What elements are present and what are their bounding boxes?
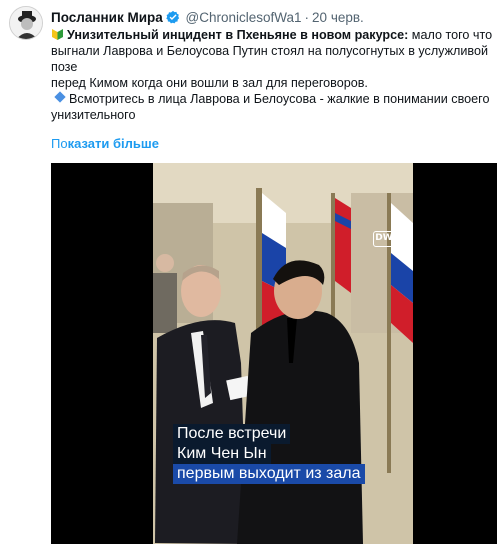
tweet[interactable]: Посланник Мира @ChroniclesofWa1 · 20 черв.… bbox=[0, 0, 499, 546]
author-name[interactable]: Посланник Мира bbox=[51, 10, 163, 25]
tweet-line3: Всмотритесь в лица Лаврова и Белоусова -… bbox=[51, 92, 490, 122]
avatar[interactable] bbox=[9, 6, 43, 40]
author-handle[interactable]: @ChroniclesofWa1 bbox=[186, 10, 302, 25]
separator: · bbox=[304, 10, 310, 25]
video-frame bbox=[51, 163, 497, 544]
caption-line-1: После встречи bbox=[173, 424, 291, 444]
video-media[interactable]: DW После встречи Ким Чен Ын первым выход… bbox=[51, 163, 497, 544]
tweet-text: Унизительный инцидент в Пхеньяне в новом… bbox=[51, 27, 497, 123]
video-caption: После встречи Ким Чен Ын первым выходит … bbox=[173, 424, 365, 484]
tweet-header: Посланник Мира @ChroniclesofWa1 · 20 черв. bbox=[51, 9, 364, 27]
tweet-line2: перед Кимом когда они вошли в зал для пе… bbox=[51, 76, 368, 90]
caption-line-2: Ким Чен Ын bbox=[173, 444, 271, 464]
dw-watermark-icon: DW bbox=[373, 231, 395, 247]
show-more-link[interactable]: Показати більше bbox=[51, 136, 159, 152]
tweet-paragraph-1: Унизительный инцидент в Пхеньяне в новом… bbox=[51, 27, 497, 75]
show-more-prefix: По bbox=[51, 136, 68, 151]
timestamp[interactable]: 20 черв. bbox=[312, 10, 364, 25]
blue-diamond-icon bbox=[54, 91, 66, 103]
caption-line-3: первым выходит из зала bbox=[173, 464, 365, 484]
tweet-headline: Унизительный инцидент в Пхеньяне в новом… bbox=[67, 28, 409, 42]
beginner-badge-icon bbox=[51, 28, 64, 41]
tweet-paragraph-3: Всмотритесь в лица Лаврова и Белоусова -… bbox=[51, 91, 497, 123]
show-more-bold: казати більше bbox=[67, 136, 159, 151]
verified-badge-icon bbox=[166, 10, 180, 24]
